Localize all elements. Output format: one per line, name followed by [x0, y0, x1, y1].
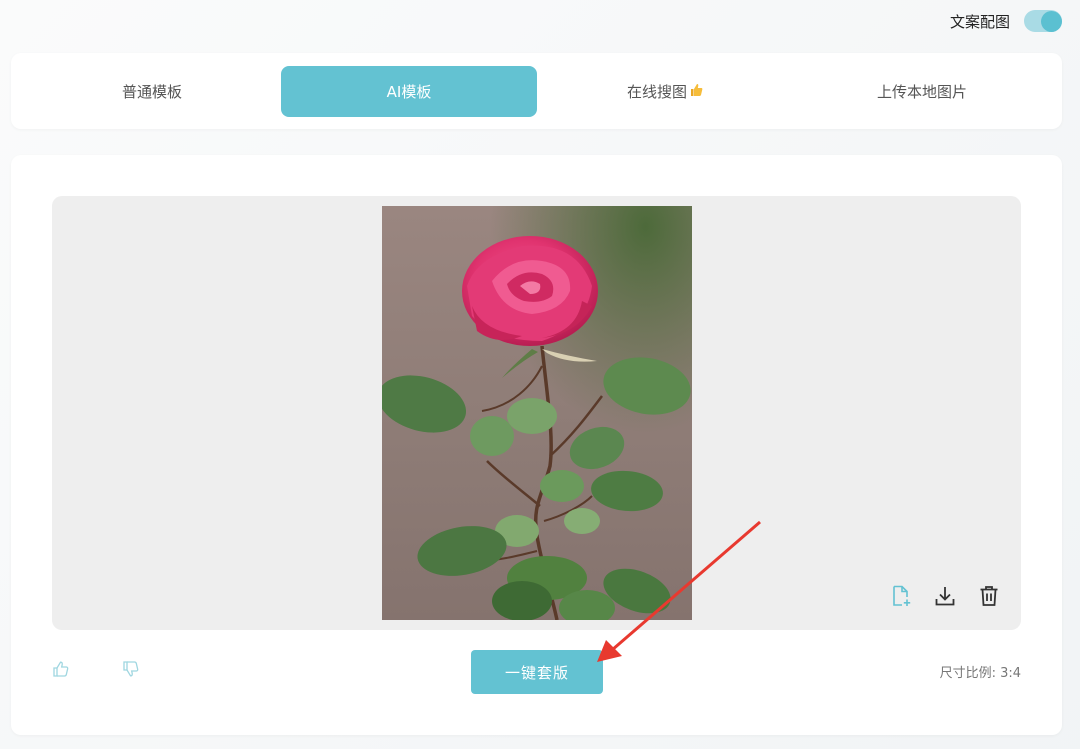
copy-image-toggle[interactable]	[1024, 10, 1062, 32]
tab-upload-local[interactable]: 上传本地图片	[794, 66, 1050, 117]
template-tabs: 普通模板 AI模板 在线搜图 上传本地图片	[11, 53, 1062, 129]
delete-icon[interactable]	[977, 584, 1001, 608]
tab-normal-template[interactable]: 普通模板	[24, 66, 280, 117]
thumbs-up-emoji-icon	[690, 83, 703, 101]
app-page: 文案配图 普通模板 AI模板 在线搜图 上传本地图片 一键套版 尺寸比例: 3:…	[0, 0, 1080, 749]
add-file-icon[interactable]	[889, 584, 913, 608]
download-icon[interactable]	[933, 584, 957, 608]
copy-image-label: 文案配图	[949, 12, 1010, 31]
image-actions	[889, 584, 1001, 608]
tab-label: AI模板	[386, 83, 432, 101]
rose-photo[interactable]	[382, 206, 692, 620]
copy-image-toggle-group: 文案配图	[950, 10, 1062, 32]
tab-label: 在线搜图	[626, 83, 687, 101]
tab-label: 上传本地图片	[876, 83, 967, 101]
action-footer: 一键套版 尺寸比例: 3:4	[11, 650, 1062, 695]
image-preview-area	[52, 196, 1021, 630]
toggle-knob	[1041, 11, 1062, 32]
tab-ai-template[interactable]: AI模板	[281, 66, 537, 117]
editor-card: 一键套版 尺寸比例: 3:4	[11, 155, 1062, 735]
thumbs-down-icon[interactable]	[122, 660, 140, 678]
tab-online-search[interactable]: 在线搜图	[537, 66, 793, 117]
one-click-apply-button[interactable]: 一键套版	[471, 650, 603, 694]
tab-label: 普通模板	[121, 83, 182, 101]
aspect-ratio-text: 尺寸比例: 3:4	[939, 666, 1021, 681]
thumbs-up-icon[interactable]	[52, 660, 70, 678]
